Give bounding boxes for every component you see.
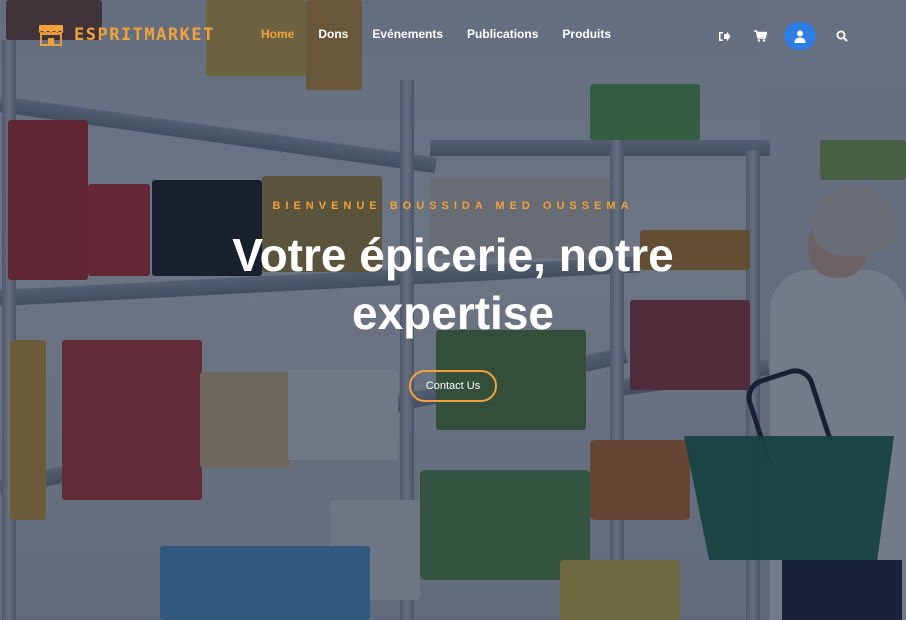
brand-name: ESPRITMARKET — [74, 25, 215, 45]
nav-item-produits[interactable]: Produits — [562, 27, 611, 41]
contact-us-button[interactable]: Contact Us — [408, 370, 498, 402]
nav-item-evenements[interactable]: Evénements — [372, 27, 443, 41]
hero-title: Votre épicerie, notre expertise — [232, 229, 674, 339]
top-navbar: ESPRITMARKET Home Dons Evénements Public… — [0, 0, 906, 68]
welcome-text: BIENVENUE BOUSSIDA MED OUSSEMA — [272, 200, 634, 212]
nav-item-dons[interactable]: Dons — [318, 27, 348, 41]
user-icon — [794, 30, 806, 43]
user-account-button[interactable] — [784, 22, 816, 50]
nav-item-publications[interactable]: Publications — [467, 27, 538, 41]
brand-logo[interactable]: ESPRITMARKET — [38, 24, 215, 46]
search-icon[interactable] — [832, 26, 852, 46]
hero-section: BIENVENUE BOUSSIDA MED OUSSEMA Votre épi… — [0, 200, 906, 402]
logout-icon[interactable] — [714, 26, 734, 46]
cart-icon[interactable] — [750, 26, 770, 46]
store-icon — [38, 25, 64, 46]
header-actions — [698, 22, 852, 50]
main-nav: Home Dons Evénements Publications Produi… — [261, 27, 635, 41]
nav-item-home[interactable]: Home — [261, 27, 294, 41]
